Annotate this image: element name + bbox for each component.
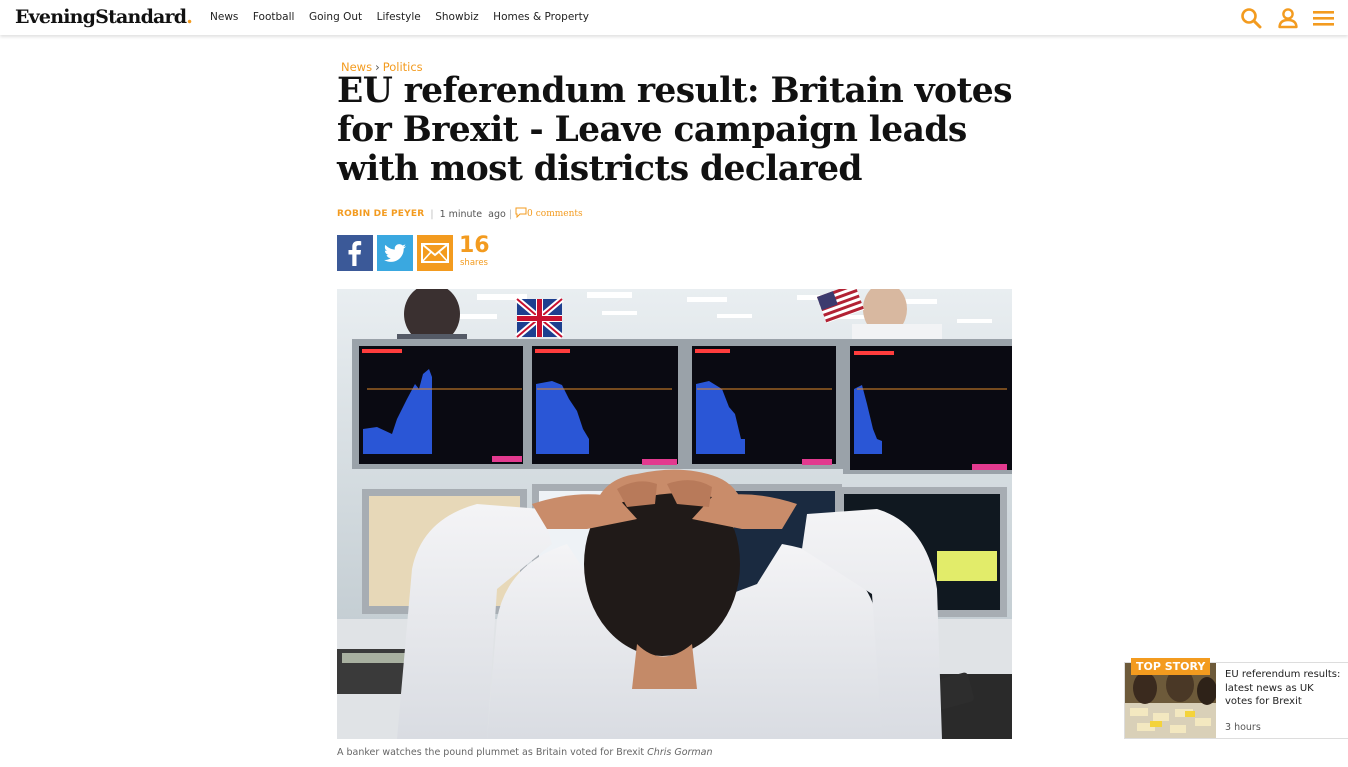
site-logo[interactable]: EveningStandard. — [15, 6, 193, 28]
image-credit: Chris Gorman — [647, 747, 713, 758]
nav-showbiz[interactable]: Showbiz — [435, 11, 478, 23]
article-hero-image — [337, 289, 1012, 739]
publish-time-suffix: ago — [488, 208, 506, 220]
search-icon[interactable] — [1240, 7, 1262, 29]
nav-going-out[interactable]: Going Out — [309, 11, 362, 23]
top-story-title[interactable]: EU referendum results: latest news as UK… — [1225, 668, 1343, 709]
facebook-share-button[interactable] — [337, 235, 373, 271]
article-headline: EU referendum result: Britain votes for … — [337, 71, 1013, 189]
email-share-button[interactable] — [417, 235, 453, 271]
twitter-share-button[interactable] — [377, 235, 413, 271]
share-label: shares — [460, 258, 488, 268]
menu-icon[interactable] — [1313, 7, 1335, 29]
email-icon — [421, 243, 449, 263]
publish-time-value: 1 minute — [439, 208, 483, 220]
user-icon[interactable] — [1277, 7, 1299, 29]
nav-news[interactable]: News — [210, 11, 238, 23]
top-story-badge: TOP STORY — [1131, 658, 1211, 675]
comments-link[interactable]: comments — [536, 209, 583, 219]
twitter-icon — [384, 244, 406, 262]
facebook-icon — [348, 241, 362, 266]
comment-icon[interactable] — [515, 207, 527, 221]
nav-football[interactable]: Football — [253, 11, 295, 23]
nav-lifestyle[interactable]: Lifestyle — [377, 11, 421, 23]
nav-homes-property[interactable]: Homes & Property — [493, 11, 589, 23]
byline: ROBIN DE PEYER | 1 minute ago | 0 commen… — [337, 207, 583, 221]
top-story-card[interactable]: TOP STORY EU referendum results: latest … — [1124, 658, 1348, 739]
comments-count[interactable]: 0 — [527, 209, 533, 219]
top-story-time: 3 hours — [1225, 722, 1261, 733]
site-header: EveningStandard. News Football Going Out… — [0, 0, 1348, 35]
main-nav: News Football Going Out Lifestyle Showbi… — [210, 11, 603, 23]
author-link[interactable]: ROBIN DE PEYER — [337, 209, 424, 219]
image-caption: A banker watches the pound plummet as Br… — [337, 747, 713, 758]
share-count: 16 — [459, 233, 490, 258]
